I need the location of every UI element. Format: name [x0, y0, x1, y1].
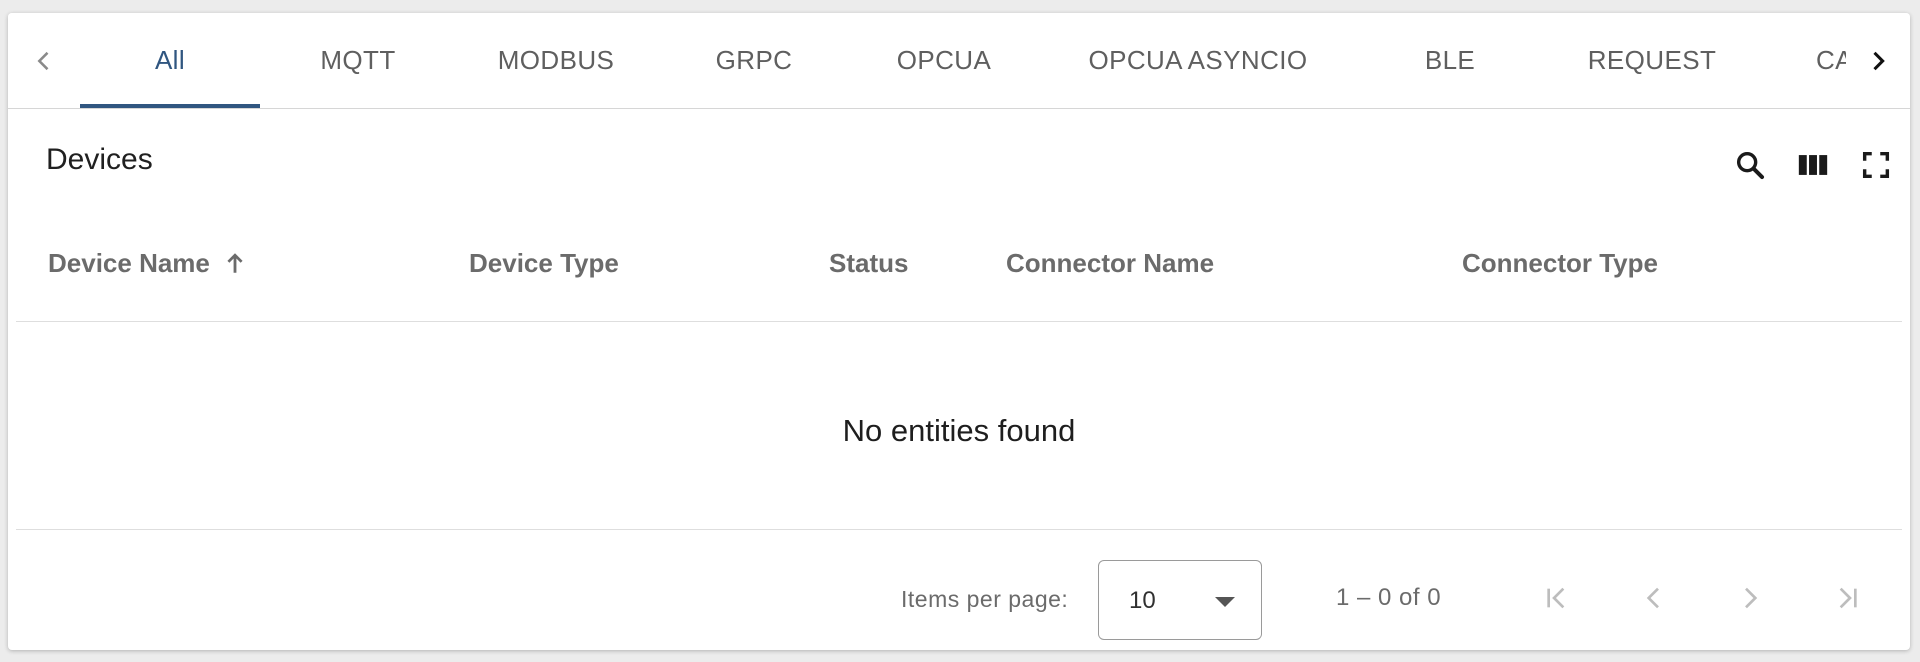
first-page-button[interactable]: [1536, 576, 1580, 620]
search-icon: [1736, 151, 1765, 180]
columns-icon: [1798, 155, 1828, 175]
devices-card: All MQTT MODBUS GRPC OPCUA OPCUA ASYNCIO…: [8, 13, 1910, 650]
column-header-connector-name[interactable]: Connector Name: [1006, 223, 1214, 303]
items-per-page-select[interactable]: 10: [1098, 560, 1262, 640]
columns-button[interactable]: [1791, 143, 1835, 187]
tab-grpc[interactable]: GRPC: [664, 13, 844, 108]
table-title: Devices: [46, 143, 153, 176]
tab-scroll-right-button[interactable]: [1846, 13, 1910, 108]
column-header-device-type[interactable]: Device Type: [469, 223, 619, 303]
previous-page-button[interactable]: [1632, 576, 1676, 620]
chevron-left-icon: [37, 51, 49, 70]
tab-opcua-asyncio[interactable]: OPCUA ASYNCIO: [1048, 13, 1348, 108]
items-per-page-label: Items per page:: [901, 586, 1069, 612]
column-header-status[interactable]: Status: [829, 223, 908, 303]
chevron-right-icon: [1873, 51, 1885, 70]
column-header-device-name[interactable]: Device Name: [48, 223, 248, 303]
dropdown-caret-icon: [1215, 597, 1235, 607]
table-paginator: Items per page: 10 1 – 0 of 0: [16, 529, 1902, 650]
last-page-button[interactable]: [1824, 576, 1868, 620]
tab-all[interactable]: All: [80, 13, 260, 108]
tab-request[interactable]: REQUEST: [1558, 13, 1746, 108]
sort-arrow-up-icon: [227, 253, 243, 273]
active-tab-indicator: [80, 104, 260, 108]
search-button[interactable]: [1728, 143, 1772, 187]
tab-ble[interactable]: BLE: [1360, 13, 1540, 108]
last-page-icon: [1839, 587, 1857, 609]
page-range-label: 1 – 0 of 0: [1336, 584, 1442, 611]
empty-state-message: No entities found: [842, 413, 1076, 448]
next-page-button[interactable]: [1728, 576, 1772, 620]
fullscreen-button[interactable]: [1854, 143, 1898, 187]
fullscreen-icon: [1862, 151, 1890, 179]
column-header-connector-type[interactable]: Connector Type: [1462, 223, 1658, 303]
tab-modbus[interactable]: MODBUS: [460, 13, 652, 108]
tab-opcua[interactable]: OPCUA: [854, 13, 1034, 108]
items-per-page-value: 10: [1129, 587, 1156, 614]
tab-mqtt[interactable]: MQTT: [270, 13, 446, 108]
column-header-label: Device Name: [48, 247, 210, 278]
tab-scroll-left-button[interactable]: [8, 13, 80, 108]
previous-page-icon: [1646, 587, 1659, 609]
table-header-row: Device Name Device Type Status Connector…: [16, 223, 1902, 322]
first-page-icon: [1547, 587, 1565, 609]
connector-tab-bar: All MQTT MODBUS GRPC OPCUA OPCUA ASYNCIO…: [8, 13, 1910, 109]
next-page-icon: [1745, 587, 1758, 609]
